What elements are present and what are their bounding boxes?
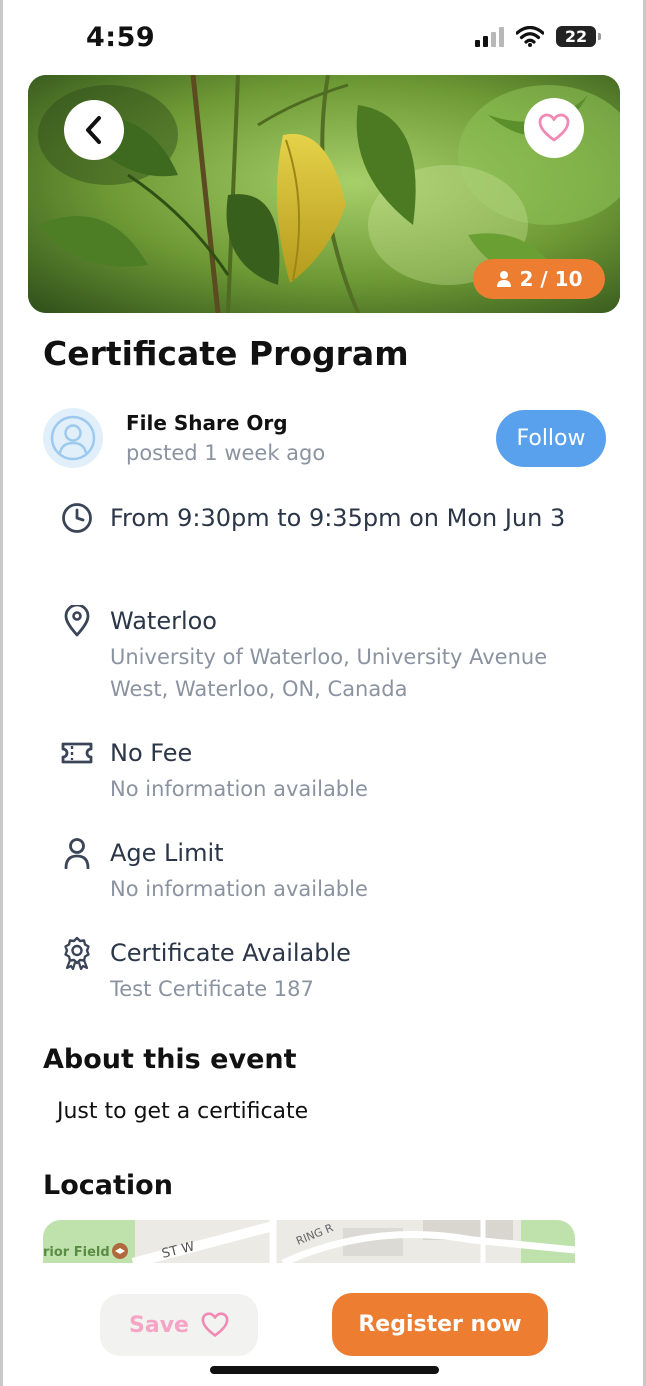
battery-indicator: 22 — [556, 26, 601, 47]
chevron-left-icon — [86, 116, 101, 144]
person-icon — [496, 271, 511, 287]
certificate-name: Test Certificate 187 — [110, 977, 314, 1001]
posted-time: posted 1 week ago — [126, 441, 326, 465]
award-badge-icon — [60, 936, 94, 970]
location-map[interactable]: rior Field ST W RING R — [43, 1220, 575, 1263]
status-time: 4:59 — [86, 22, 156, 53]
save-button[interactable]: Save — [100, 1294, 258, 1356]
certificate-title: Certificate Available — [110, 939, 351, 967]
map-pin-icon — [60, 604, 94, 638]
status-icons: 22 — [475, 26, 601, 47]
favorite-button[interactable] — [524, 98, 584, 158]
heart-outline-icon — [201, 1312, 229, 1337]
fee-title: No Fee — [110, 739, 193, 767]
home-indicator[interactable] — [210, 1366, 439, 1374]
save-label: Save — [129, 1312, 189, 1338]
organizer-avatar[interactable] — [43, 408, 103, 468]
register-now-button[interactable]: Register now — [332, 1293, 548, 1356]
age-limit-title: Age Limit — [110, 839, 224, 867]
back-button[interactable] — [64, 100, 124, 160]
person-icon — [60, 836, 94, 870]
location-name: Waterloo — [110, 607, 217, 635]
wifi-icon — [516, 26, 544, 47]
cellular-signal-icon — [475, 26, 504, 47]
map-tiles: rior Field ST W RING R — [43, 1220, 575, 1263]
age-limit-info: No information available — [110, 877, 368, 901]
map-field-label: rior Field — [43, 1245, 110, 1260]
location-address[interactable]: University of Waterloo, University Avenu… — [110, 641, 580, 705]
ticket-icon — [60, 736, 94, 770]
capacity-count: 2 / 10 — [519, 267, 583, 291]
about-section-title: About this event — [43, 1044, 297, 1075]
clock-icon — [60, 501, 94, 535]
about-description: Just to get a certificate — [57, 1099, 309, 1124]
screen-frame-left — [0, 0, 3, 1386]
location-section-title: Location — [43, 1170, 173, 1201]
event-hero-image: 2 / 10 — [28, 75, 620, 313]
attendee-capacity-badge: 2 / 10 — [473, 259, 605, 299]
follow-button[interactable]: Follow — [496, 410, 606, 467]
fee-info: No information available — [110, 777, 368, 801]
organizer-name[interactable]: File Share Org — [126, 411, 288, 435]
event-title: Certificate Program — [43, 334, 409, 373]
event-time: From 9:30pm to 9:35pm on Mon Jun 3 — [110, 504, 566, 532]
user-avatar-icon — [50, 415, 96, 461]
heart-outline-icon — [538, 113, 570, 142]
